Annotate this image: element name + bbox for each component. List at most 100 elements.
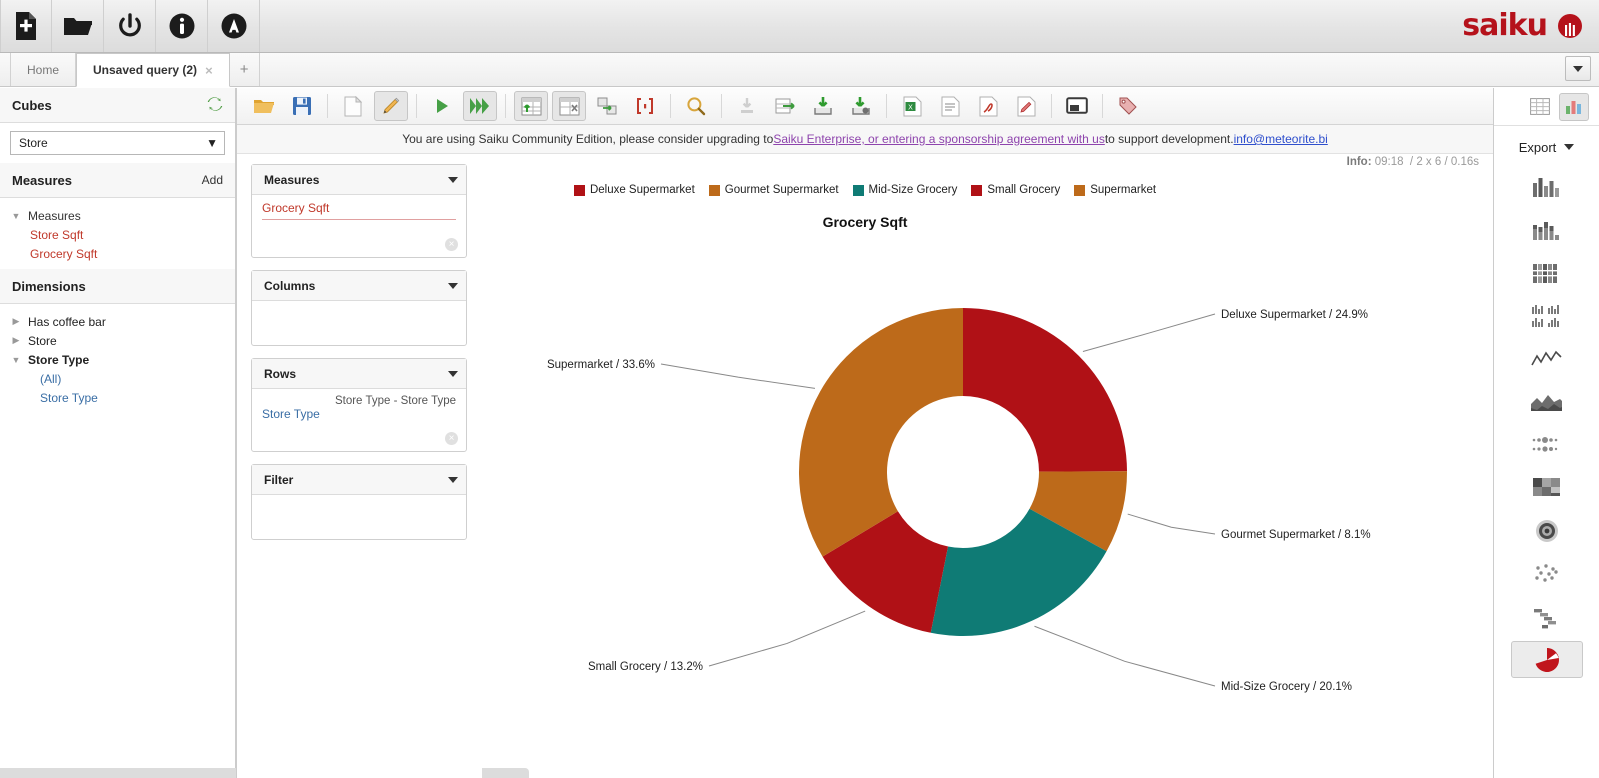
- pie-slice-label: Deluxe Supermarket / 24.9%: [1221, 309, 1368, 321]
- close-icon[interactable]: ×: [205, 63, 213, 78]
- pie-leader-line: [709, 611, 865, 666]
- cube-select-value: Store: [19, 136, 48, 150]
- admin-icon[interactable]: [208, 0, 260, 52]
- tree-label: Measures: [28, 209, 81, 223]
- export-menu-button[interactable]: Export: [1494, 132, 1599, 162]
- contact-email-link[interactable]: info@meteorite.bi: [1234, 132, 1328, 146]
- run-query-icon[interactable]: [425, 91, 459, 121]
- enterprise-link[interactable]: Saiku Enterprise, or entering a sponsors…: [773, 132, 1105, 146]
- pie-slice-label: Mid-Size Grocery / 20.1%: [1221, 681, 1352, 693]
- add-tab-button[interactable]: +: [230, 53, 260, 86]
- legend-item[interactable]: Gourmet Supermarket: [709, 184, 839, 196]
- pie-slice-label: Gourmet Supermarket / 8.1%: [1221, 529, 1371, 541]
- chart-type-grouped-bar[interactable]: [1511, 254, 1583, 291]
- non-empty-icon[interactable]: [552, 91, 586, 121]
- legend-label: Supermarket: [1090, 184, 1156, 196]
- add-measure-button[interactable]: Add: [202, 173, 223, 187]
- dimension-has-coffee-bar[interactable]: ▶ Has coffee bar: [0, 312, 235, 331]
- measures-root-node[interactable]: ▼ Measures: [0, 206, 235, 225]
- export-xls-icon[interactable]: X: [895, 91, 929, 121]
- info-separator-1: /: [1410, 156, 1413, 168]
- pie-slice[interactable]: [799, 308, 963, 557]
- chart-type-bar[interactable]: [1511, 168, 1583, 205]
- legend-item[interactable]: Small Grocery: [971, 184, 1060, 196]
- drill-down-icon[interactable]: [730, 91, 764, 121]
- info-size: 2 x 6: [1416, 156, 1441, 168]
- export-cell-icon[interactable]: [844, 91, 878, 121]
- export-table-icon[interactable]: [806, 91, 840, 121]
- annotate-icon[interactable]: [1009, 91, 1043, 121]
- open-folder-icon[interactable]: [52, 0, 104, 52]
- legend-item[interactable]: Deluxe Supermarket: [574, 184, 695, 196]
- triangle-right-icon: ▶: [10, 316, 22, 327]
- tree-label: Store Type: [40, 391, 98, 405]
- save-query-icon[interactable]: [285, 91, 319, 121]
- view-mode-switch: [1494, 88, 1599, 126]
- mdx-brackets-icon[interactable]: [628, 91, 662, 121]
- chart-type-sunburst[interactable]: [1511, 512, 1583, 549]
- measure-store-sqft[interactable]: Store Sqft: [0, 225, 235, 244]
- query-info-line: Info: 09:18 / 2 x 6 / 0.16s: [237, 152, 1493, 172]
- pie-slice[interactable]: [963, 308, 1127, 472]
- automatic-execution-icon[interactable]: [463, 91, 497, 121]
- tab-home[interactable]: Home: [10, 53, 76, 86]
- dimension-store-type[interactable]: ▼ Store Type: [0, 350, 235, 369]
- cube-select[interactable]: Store ▼: [10, 131, 225, 155]
- zoom-in-icon[interactable]: [679, 91, 713, 121]
- refresh-icon[interactable]: [207, 96, 223, 115]
- legend-swatch-icon: [853, 185, 864, 196]
- toggle-fields-icon[interactable]: [514, 91, 548, 121]
- dimension-store-type-level[interactable]: Store Type: [0, 388, 235, 407]
- export-pdf-icon[interactable]: [971, 91, 1005, 121]
- legend-swatch-icon: [1074, 185, 1085, 196]
- chart-type-scatter[interactable]: [1511, 555, 1583, 592]
- export-csv-icon[interactable]: [933, 91, 967, 121]
- info-time: 09:18: [1375, 156, 1404, 168]
- tab-label: Unsaved query (2): [93, 63, 197, 77]
- chart-type-waterfall[interactable]: [1511, 598, 1583, 635]
- chevron-down-icon: ▼: [206, 136, 218, 150]
- info-icon[interactable]: [156, 0, 208, 52]
- new-query-icon[interactable]: [336, 91, 370, 121]
- query-toolbar: X: [237, 88, 1493, 125]
- dimension-store-type-all[interactable]: (All): [0, 369, 235, 388]
- tab-bar: Home Unsaved query (2) × +: [0, 53, 1599, 87]
- tab-unsaved-query[interactable]: Unsaved query (2) ×: [76, 53, 230, 87]
- banner-text-after: to support development.: [1105, 132, 1234, 146]
- table-view-icon[interactable]: [1525, 93, 1555, 121]
- pie-leader-line: [1128, 514, 1215, 534]
- chart-type-stacked-bar[interactable]: [1511, 211, 1583, 248]
- swap-axes-icon[interactable]: [590, 91, 624, 121]
- fullscreen-icon[interactable]: [1060, 91, 1094, 121]
- edit-mdx-icon[interactable]: [374, 91, 408, 121]
- pie-leader-line: [661, 364, 815, 388]
- power-icon[interactable]: [104, 0, 156, 52]
- chart-view-icon[interactable]: [1559, 93, 1589, 121]
- measures-header: Measures Add: [0, 163, 235, 198]
- cube-select-wrapper: Store ▼: [0, 123, 235, 163]
- tab-overflow-caret-icon[interactable]: [1565, 56, 1591, 81]
- chart-type-multi-bar[interactable]: [1511, 297, 1583, 334]
- dimension-store[interactable]: ▶ Store: [0, 331, 235, 350]
- legend-item[interactable]: Mid-Size Grocery: [853, 184, 958, 196]
- chart-type-line[interactable]: [1511, 340, 1583, 377]
- donut-chart: Deluxe Supermarket / 24.9% Gourmet Superm…: [237, 232, 1493, 772]
- chart-type-area[interactable]: [1511, 383, 1583, 420]
- pie-slice-label: Small Grocery / 13.2%: [588, 661, 703, 673]
- tree-label: Grocery Sqft: [30, 247, 97, 261]
- drill-across-icon[interactable]: [768, 91, 802, 121]
- open-query-icon[interactable]: [247, 91, 281, 121]
- chart-type-pie[interactable]: [1511, 641, 1583, 678]
- chart-type-heatmap[interactable]: [1511, 469, 1583, 506]
- tree-label: Store: [28, 334, 57, 348]
- info-label: Info:: [1347, 156, 1372, 168]
- svg-text:X: X: [908, 104, 913, 111]
- tag-icon[interactable]: [1111, 91, 1145, 121]
- legend-item[interactable]: Supermarket: [1074, 184, 1156, 196]
- dimensions-title: Dimensions: [12, 279, 86, 294]
- chart-type-dot[interactable]: [1511, 426, 1583, 463]
- tree-label: (All): [40, 372, 61, 386]
- cubes-sidebar: Cubes Store ▼ Measures Add ▼ Measures St…: [0, 88, 236, 778]
- measure-grocery-sqft[interactable]: Grocery Sqft: [0, 244, 235, 263]
- new-document-icon[interactable]: [0, 0, 52, 52]
